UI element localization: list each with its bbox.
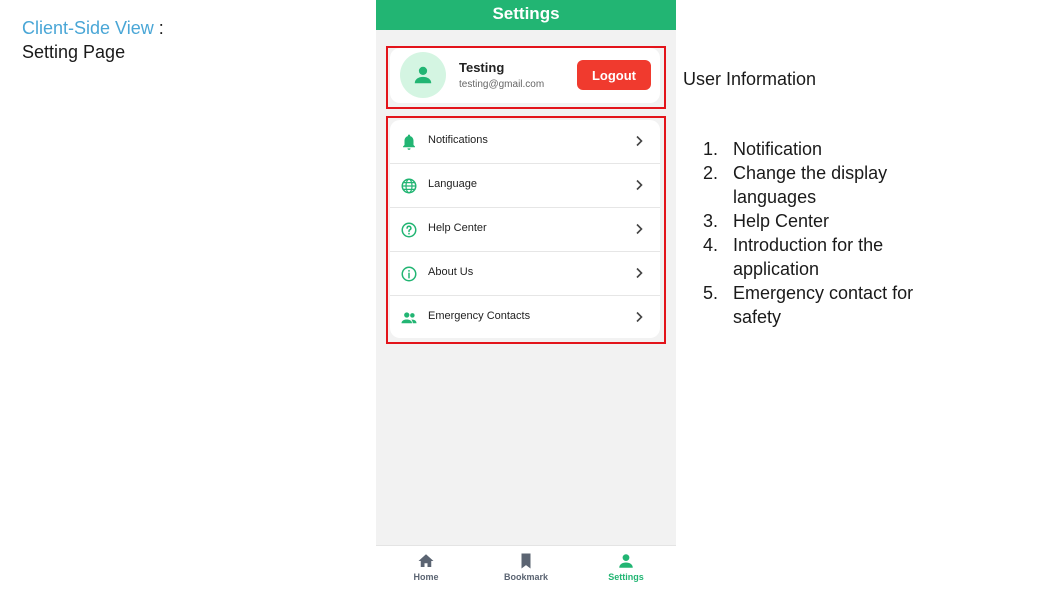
list-text: Change the display languages [733,163,888,207]
chevron-right-icon [636,267,643,279]
tab-bookmark[interactable]: Bookmark [476,546,576,591]
chevron-right-icon [636,135,643,147]
bottom-tab-bar: Home Bookmark Settings [376,545,676,591]
avatar [400,52,446,98]
settings-menu: Notifications Language Help Center About… [390,120,660,338]
bookmark-icon [521,553,531,569]
list-item: 2. Change the display languages [703,161,953,209]
tab-settings[interactable]: Settings [576,546,676,591]
menu-label: Notifications [428,134,488,146]
feature-list: 1. Notification 2. Change the display lang… [703,137,953,329]
phone-screen: Settings Testing testing@gmail.com Logou… [376,0,676,591]
menu-label: Language [428,178,477,190]
menu-item-help-center[interactable]: Help Center [390,208,660,252]
menu-item-emergency-contacts[interactable]: Emergency Contacts [390,296,660,340]
person-icon [619,554,633,568]
slide-title-accent: Client-Side View [22,18,154,38]
user-card: Testing testing@gmail.com Logout [390,48,660,103]
logout-button[interactable]: Logout [577,60,651,90]
user-name: Testing [459,60,505,75]
list-item: 5. Emergency contact for safety [703,281,953,329]
menu-label: Help Center [428,222,487,234]
tab-label: Home [413,572,439,582]
list-text: Introduction for the application [733,235,884,279]
tab-label: Bookmark [503,572,548,582]
slide-title-colon: : [153,18,164,38]
chevron-right-icon [636,179,643,191]
menu-item-about-us[interactable]: About Us [390,252,660,296]
list-number: 1. [703,139,719,159]
menu-label: Emergency Contacts [428,310,531,322]
chevron-right-icon [636,223,643,235]
home-icon [418,554,434,567]
list-text: Emergency contact for safety [733,283,914,327]
help-circle-icon [401,222,417,238]
info-icon [401,266,417,282]
menu-item-language[interactable]: Language [390,164,660,208]
app-header: Settings [376,0,676,30]
bell-icon [403,134,415,150]
slide-title: Client-Side View : Setting Page [22,16,164,64]
menu-label: About Us [428,266,474,278]
globe-icon [401,178,417,194]
list-text: Notification [733,139,823,159]
menu-item-notifications[interactable]: Notifications [390,120,660,164]
list-item: 4. Introduction for the application [703,233,953,281]
person-icon [414,66,432,84]
tab-home[interactable]: Home [376,546,476,591]
list-number: 5. [703,283,719,303]
app-header-title: Settings [492,4,560,23]
slide-subtitle: Setting Page [22,42,126,62]
list-item: 1. Notification [703,137,953,161]
list-number: 2. [703,163,719,183]
people-icon [401,312,417,324]
list-item: 3. Help Center [703,209,953,233]
user-email: testing@gmail.com [459,79,545,90]
chevron-right-icon [636,311,643,323]
list-number: 3. [703,211,719,231]
list-text: Help Center [733,211,830,231]
list-number: 4. [703,235,719,255]
tab-label: Settings [608,572,644,582]
user-information-heading: User Information [683,69,817,89]
